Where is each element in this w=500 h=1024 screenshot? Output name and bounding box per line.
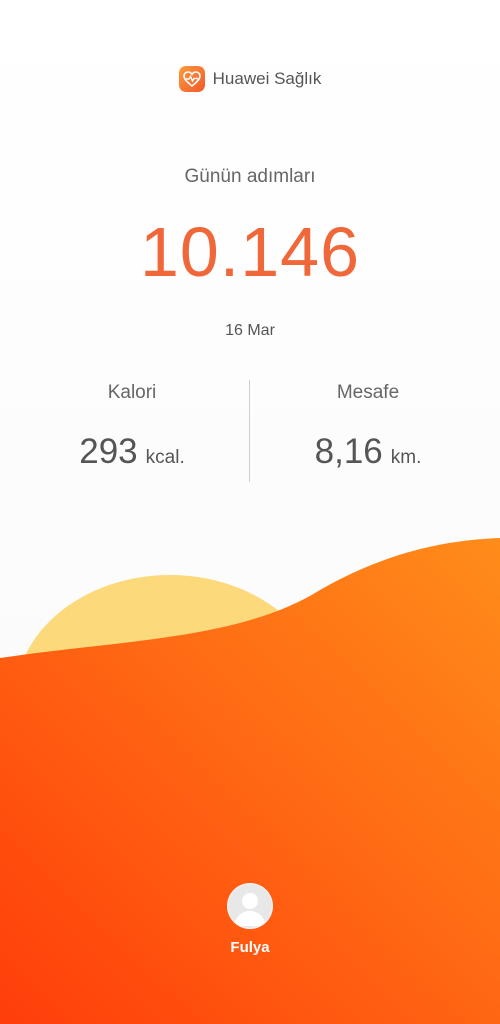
calories-unit: kcal. [145,447,185,468]
distance-stat: Mesafe 8,16 km. [243,382,493,472]
person-avatar-icon[interactable] [227,883,273,929]
distance-label: Mesafe [336,382,400,403]
calories-value: 293 [79,432,138,471]
health-widget-screen: Huawei Sağlık Günün adımları 10.146 16 M… [0,0,500,1024]
decorative-waves [0,538,500,1024]
steps-count: 10.146 [139,213,361,291]
steps-label: Günün adımları [184,166,316,187]
calories-stat: Kalori 293 kcal. [7,382,257,472]
user-name: Fulya [230,939,270,956]
app-title: Huawei Sağlık [212,69,322,88]
date-label: 16 Mar [225,322,275,339]
distance-unit: km. [390,447,422,468]
user-profile[interactable]: Fulya [0,883,500,956]
calories-label: Kalori [107,382,157,403]
distance-value: 8,16 [314,432,383,471]
app-header: Huawei Sağlık [0,66,500,92]
health-heart-icon [178,66,205,92]
